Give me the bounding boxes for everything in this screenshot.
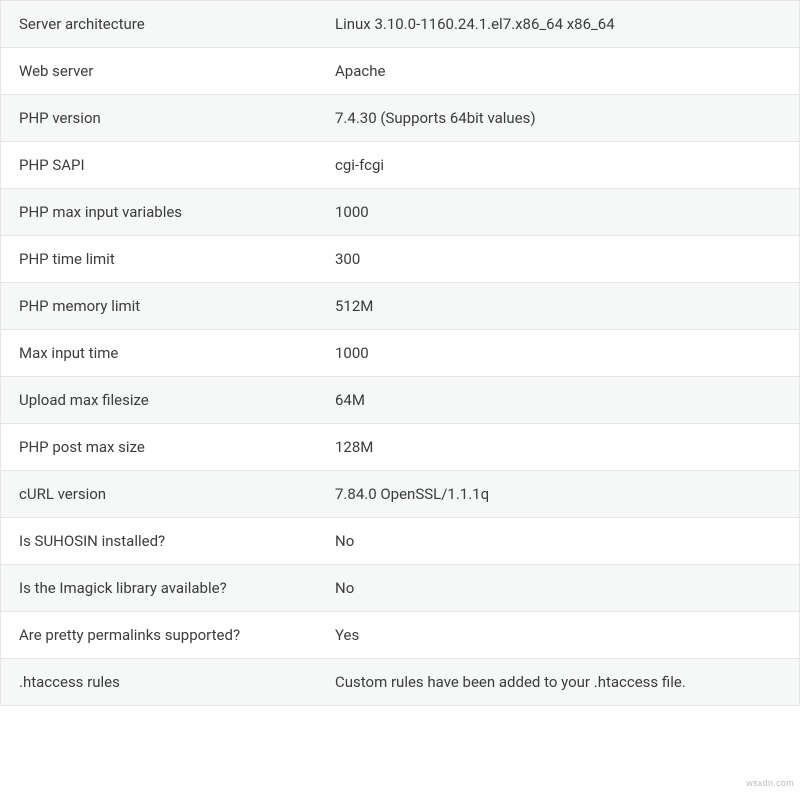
row-value: Yes xyxy=(335,626,781,644)
row-label: .htaccess rules xyxy=(19,673,335,691)
row-label: cURL version xyxy=(19,485,335,503)
table-row: PHP max input variables 1000 xyxy=(1,189,799,236)
table-row: PHP version 7.4.30 (Supports 64bit value… xyxy=(1,95,799,142)
row-label: Is the Imagick library available? xyxy=(19,579,335,597)
row-label: Is SUHOSIN installed? xyxy=(19,532,335,550)
row-label: Max input time xyxy=(19,344,335,362)
row-label: PHP version xyxy=(19,109,335,127)
row-label: Are pretty permalinks supported? xyxy=(19,626,335,644)
table-row: Server architecture Linux 3.10.0-1160.24… xyxy=(1,1,799,48)
watermark: wsxdn.com xyxy=(746,778,794,788)
table-row: Web server Apache xyxy=(1,48,799,95)
row-value: Apache xyxy=(335,62,781,80)
row-label: PHP time limit xyxy=(19,250,335,268)
table-row: Max input time 1000 xyxy=(1,330,799,377)
row-value: 1000 xyxy=(335,344,781,362)
server-info-table: Server architecture Linux 3.10.0-1160.24… xyxy=(0,0,800,706)
row-label: Server architecture xyxy=(19,15,335,33)
row-label: PHP memory limit xyxy=(19,297,335,315)
row-value: 1000 xyxy=(335,203,781,221)
row-value: 64M xyxy=(335,391,781,409)
row-value: cgi-fcgi xyxy=(335,156,781,174)
row-value: 7.4.30 (Supports 64bit values) xyxy=(335,109,781,127)
table-row: PHP SAPI cgi-fcgi xyxy=(1,142,799,189)
row-value: Linux 3.10.0-1160.24.1.el7.x86_64 x86_64 xyxy=(335,15,781,33)
row-label: Upload max filesize xyxy=(19,391,335,409)
row-value: 7.84.0 OpenSSL/1.1.1q xyxy=(335,485,781,503)
row-label: PHP max input variables xyxy=(19,203,335,221)
table-row: PHP post max size 128M xyxy=(1,424,799,471)
table-row: PHP memory limit 512M xyxy=(1,283,799,330)
row-value: 512M xyxy=(335,297,781,315)
table-row: PHP time limit 300 xyxy=(1,236,799,283)
row-label: PHP post max size xyxy=(19,438,335,456)
row-value: No xyxy=(335,579,781,597)
table-row: Are pretty permalinks supported? Yes xyxy=(1,612,799,659)
table-row: Upload max filesize 64M xyxy=(1,377,799,424)
row-value: No xyxy=(335,532,781,550)
row-value: 300 xyxy=(335,250,781,268)
table-row: Is SUHOSIN installed? No xyxy=(1,518,799,565)
row-value: Custom rules have been added to your .ht… xyxy=(335,673,781,691)
row-value: 128M xyxy=(335,438,781,456)
row-label: PHP SAPI xyxy=(19,156,335,174)
table-row: Is the Imagick library available? No xyxy=(1,565,799,612)
table-row: .htaccess rules Custom rules have been a… xyxy=(1,659,799,705)
row-label: Web server xyxy=(19,62,335,80)
table-row: cURL version 7.84.0 OpenSSL/1.1.1q xyxy=(1,471,799,518)
